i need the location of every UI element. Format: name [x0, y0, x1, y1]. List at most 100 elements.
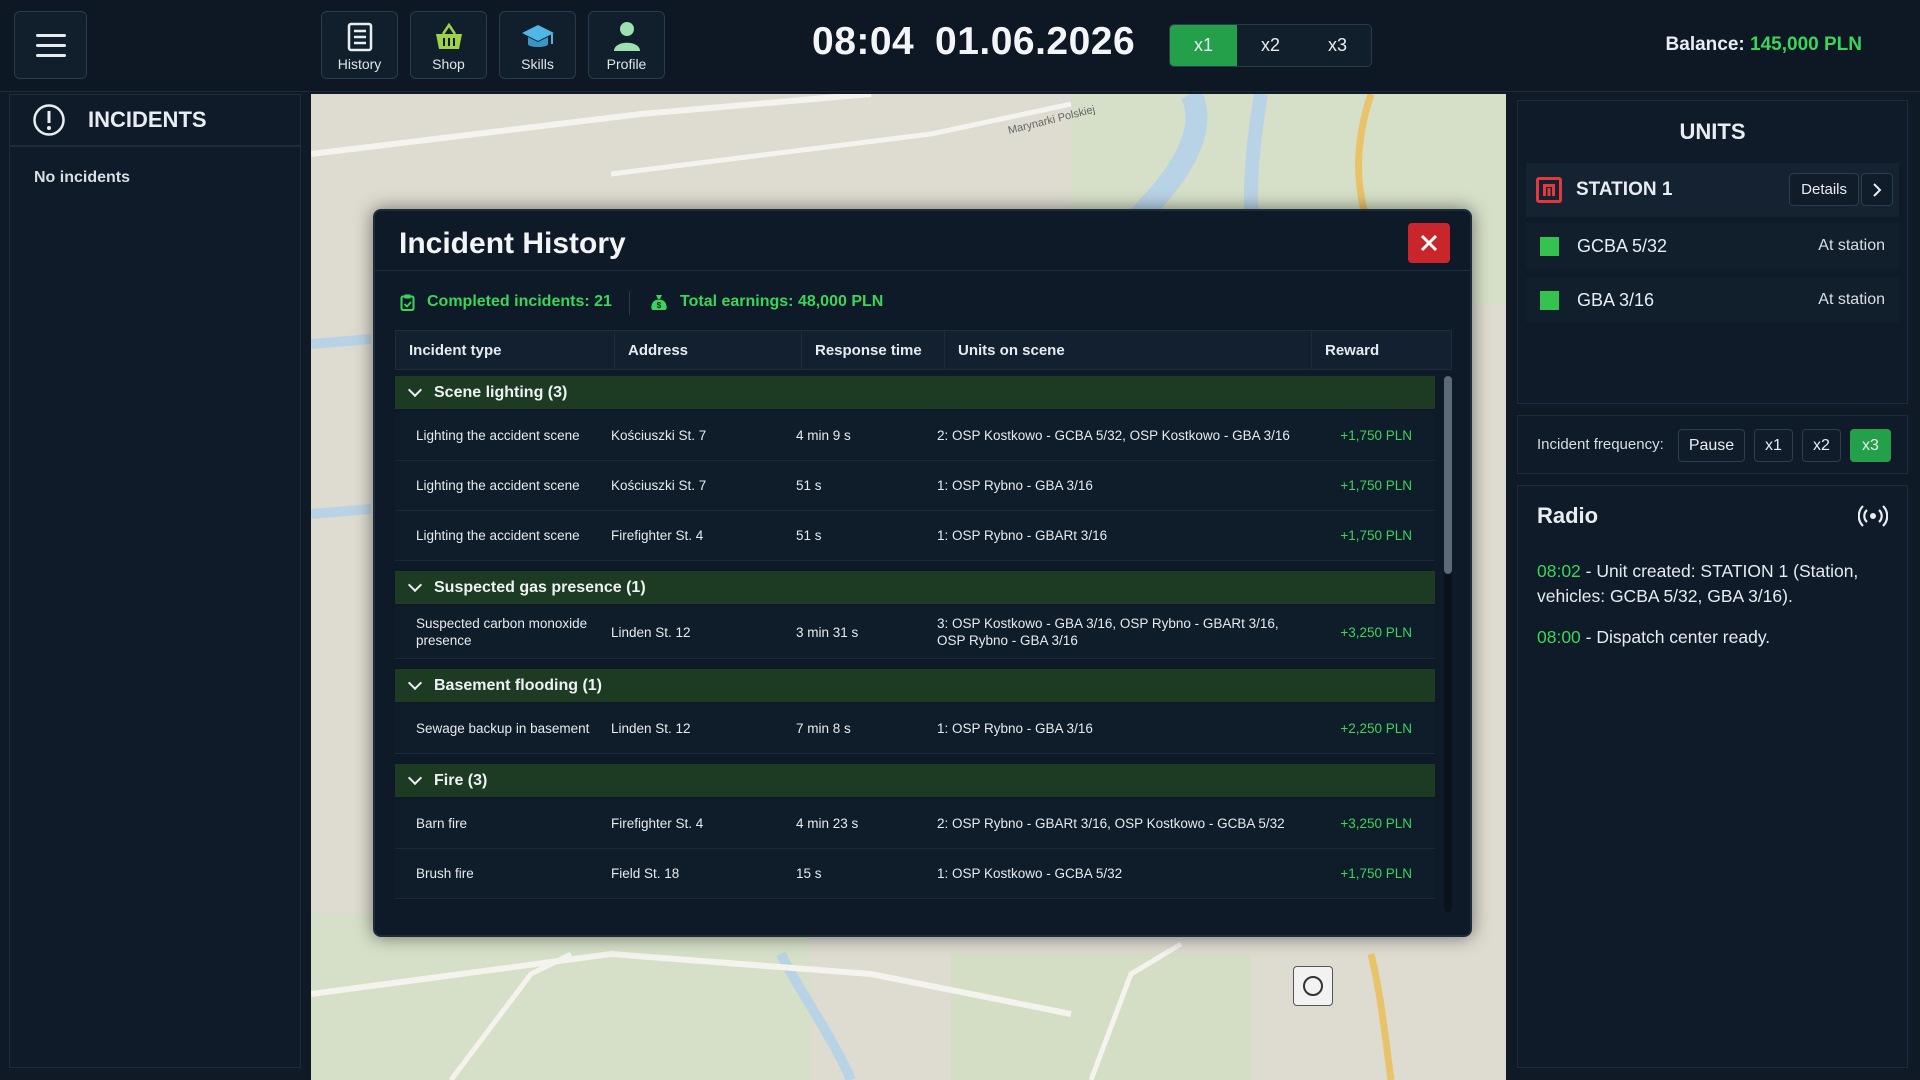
cell-reward: +3,250 PLN — [1340, 624, 1412, 640]
cell-address: Field St. 18 — [611, 866, 680, 881]
cell-units-on-scene: 1: OSP Rybno - GBA 3/16 — [937, 721, 1093, 736]
unit-row[interactable]: GCBA 5/32 At station — [1526, 223, 1899, 269]
table-body: Scene lighting (3) Lighting the accident… — [395, 376, 1435, 899]
table-row[interactable]: Suspected carbon monoxide presence Linde… — [395, 606, 1435, 659]
completed-incidents-stat: Completed incidents: 21 — [400, 293, 612, 311]
menu-icon-line — [35, 33, 66, 37]
map-center-button[interactable] — [1293, 966, 1333, 1006]
cell-address: Firefighter St. 4 — [611, 528, 704, 543]
speed-x2-button[interactable]: x2 — [1237, 25, 1304, 66]
cell-units-on-scene: 2: OSP Rybno - GBARt 3/16, OSP Kostkowo … — [937, 816, 1285, 831]
top-bar: History Shop Skills Profile 08:04 01.06.… — [0, 0, 1920, 92]
scrollbar-thumb[interactable] — [1444, 376, 1452, 574]
incidents-header: INCIDENTS — [10, 95, 300, 147]
group-header-scene-lighting[interactable]: Scene lighting (3) — [395, 376, 1435, 409]
game-date: 01.06.2026 — [935, 20, 1136, 63]
cell-address: Linden St. 12 — [611, 624, 691, 640]
frequency-x2-button[interactable]: x2 — [1802, 429, 1841, 462]
column-header-incident-type[interactable]: Incident type — [396, 331, 615, 369]
cell-incident-type: Barn fire — [416, 816, 468, 831]
clipboard-check-icon — [400, 294, 415, 311]
cell-units-on-scene: 2: OSP Kostkowo - GCBA 5/32, OSP Kostkow… — [937, 428, 1290, 443]
radio-message-time: 08:02 — [1537, 561, 1581, 581]
speed-x3-button[interactable]: x3 — [1304, 25, 1371, 66]
cell-units-on-scene: 1: OSP Rybno - GBARt 3/16 — [937, 528, 1108, 543]
frequency-x3-button[interactable]: x3 — [1850, 429, 1891, 462]
station-next-button[interactable] — [1861, 173, 1893, 206]
graduation-cap-icon — [521, 25, 554, 47]
column-header-reward[interactable]: Reward — [1312, 331, 1451, 369]
alert-icon — [33, 104, 65, 136]
unit-row[interactable]: GBA 3/16 At station — [1526, 277, 1899, 323]
history-label: History — [337, 56, 382, 72]
group-header-suspected-gas[interactable]: Suspected gas presence (1) — [395, 571, 1435, 604]
group-header-fire[interactable]: Fire (3) — [395, 764, 1435, 797]
history-button[interactable]: History — [321, 11, 398, 79]
unit-status-indicator — [1540, 236, 1559, 256]
total-earnings-stat: $ Total earnings: 48,000 PLN — [650, 293, 883, 311]
game-clock: 08:04 — [812, 20, 915, 63]
cell-response-time: 7 min 8 s — [796, 721, 851, 736]
incident-history-modal: Incident History Completed incidents: 21… — [373, 209, 1472, 937]
group-label: Suspected gas presence (1) — [434, 578, 646, 596]
profile-button[interactable]: Profile — [588, 11, 665, 79]
table-row[interactable]: Lighting the accident scene Firefighter … — [395, 511, 1435, 561]
cell-incident-type: Lighting the accident scene — [416, 478, 580, 493]
balance-display: Balance: 145,000 PLN — [1666, 34, 1862, 56]
unit-status-indicator — [1540, 290, 1559, 310]
table-row[interactable]: Lighting the accident scene Kościuszki S… — [395, 411, 1435, 461]
unit-status: At station — [1818, 291, 1885, 308]
station-row[interactable]: STATION 1 Details — [1526, 163, 1899, 217]
cell-response-time: 3 min 31 s — [796, 624, 859, 640]
cell-incident-type: Brush fire — [416, 866, 474, 881]
speed-x1-button[interactable]: x1 — [1170, 25, 1237, 66]
cell-reward: +3,250 PLN — [1340, 816, 1412, 831]
menu-icon-line — [35, 43, 66, 47]
close-button[interactable] — [1408, 223, 1450, 263]
frequency-pause-button[interactable]: Pause — [1678, 429, 1745, 462]
station-name: STATION 1 — [1576, 179, 1673, 200]
cell-response-time: 15 s — [796, 866, 822, 881]
shop-button[interactable]: Shop — [410, 11, 487, 79]
table-row[interactable]: Barn fire Firefighter St. 4 4 min 23 s 2… — [395, 799, 1435, 849]
column-header-response-time[interactable]: Response time — [802, 331, 945, 369]
incidents-title: INCIDENTS — [88, 107, 207, 132]
game-speed-selector: x1 x2 x3 — [1169, 24, 1372, 67]
table-scrollbar[interactable] — [1444, 376, 1452, 912]
radio-broadcast-icon — [1858, 505, 1888, 527]
skills-label: Skills — [521, 56, 554, 72]
cell-units-on-scene: 1: OSP Rybno - GBA 3/16 — [937, 478, 1093, 493]
table-row[interactable]: Lighting the accident scene Kościuszki S… — [395, 461, 1435, 511]
person-icon — [613, 22, 640, 51]
unit-name: GCBA 5/32 — [1577, 235, 1668, 256]
cell-reward: +1,750 PLN — [1340, 428, 1412, 443]
cell-address: Kościuszki St. 7 — [611, 428, 707, 443]
unit-name: GBA 3/16 — [1577, 289, 1655, 310]
cell-incident-type: Lighting the accident scene — [416, 428, 580, 443]
table-row[interactable]: Brush fire Field St. 18 15 s 1: OSP Kost… — [395, 849, 1435, 899]
group-label: Basement flooding (1) — [434, 676, 603, 694]
skills-button[interactable]: Skills — [499, 11, 576, 79]
frequency-x1-button[interactable]: x1 — [1754, 429, 1793, 462]
hamburger-menu-button[interactable] — [14, 11, 87, 79]
chevron-down-icon — [407, 382, 423, 398]
close-icon — [1420, 234, 1438, 252]
table-row[interactable]: Sewage backup in basement Linden St. 12 … — [395, 704, 1435, 754]
group-header-basement-flooding[interactable]: Basement flooding (1) — [395, 669, 1435, 702]
completed-incidents-text: Completed incidents: 21 — [427, 293, 612, 310]
cell-incident-type: Sewage backup in basement — [416, 721, 590, 736]
column-header-units-on-scene[interactable]: Units on scene — [945, 331, 1312, 369]
incidents-panel: INCIDENTS No incidents — [9, 94, 301, 1068]
circle-icon — [1303, 976, 1323, 996]
cell-address: Kościuszki St. 7 — [611, 478, 707, 493]
column-header-address[interactable]: Address — [615, 331, 802, 369]
money-bag-icon: $ — [651, 294, 667, 310]
cell-response-time: 51 s — [796, 528, 822, 543]
stat-separator — [629, 291, 630, 315]
station-details-button[interactable]: Details — [1789, 173, 1859, 206]
group-label: Scene lighting (3) — [434, 383, 568, 401]
basket-icon — [435, 22, 462, 49]
radio-message-text: - Unit created: STATION 1 (Station, vehi… — [1537, 561, 1859, 606]
incident-frequency-panel: Incident frequency: Pause x1 x2 x3 — [1517, 415, 1908, 474]
svg-text:$: $ — [657, 301, 662, 310]
